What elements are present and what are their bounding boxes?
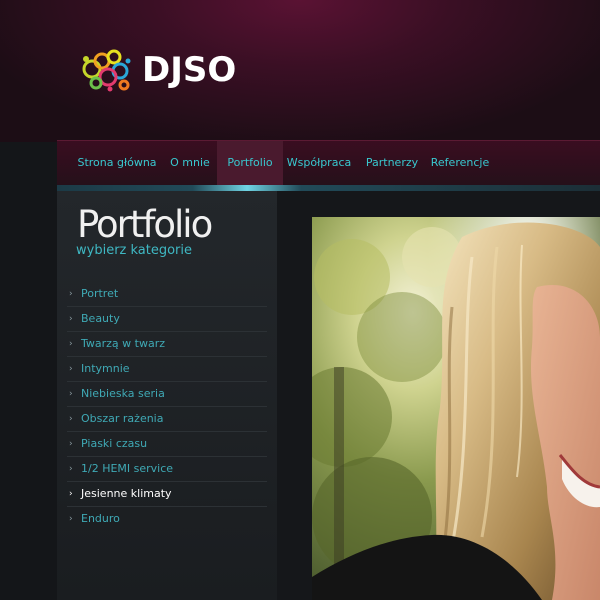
category-item-autumn-climates[interactable]: › Jesienne klimaty xyxy=(67,482,267,507)
category-item-portrait[interactable]: › Portret xyxy=(67,282,267,307)
category-label: Niebieska seria xyxy=(81,387,165,400)
chevron-right-icon: › xyxy=(69,439,73,449)
chevron-right-icon: › xyxy=(69,339,73,349)
category-label: Portret xyxy=(81,287,119,300)
category-item-enduro[interactable]: › Enduro xyxy=(67,507,267,531)
category-label: Jesienne klimaty xyxy=(81,487,172,500)
category-label: 1/2 HEMI service xyxy=(81,462,174,475)
page-title: Portfolio xyxy=(77,203,213,246)
chevron-right-icon: › xyxy=(69,364,73,374)
category-label: Intymnie xyxy=(81,362,130,375)
main-nav: Strona główna O mnie Portfolio Współprac… xyxy=(57,140,600,186)
category-item-intimate[interactable]: › Intymnie xyxy=(67,357,267,382)
logo[interactable]: DJSO xyxy=(80,46,236,94)
category-label: Twarzą w twarz xyxy=(81,337,166,350)
category-item-sands-of-time[interactable]: › Piaski czasu xyxy=(67,432,267,457)
category-item-beauty[interactable]: › Beauty xyxy=(67,307,267,332)
chevron-right-icon: › xyxy=(69,489,73,499)
nav-item-home[interactable]: Strona główna xyxy=(71,141,163,185)
nav-item-about[interactable]: O mnie xyxy=(163,141,217,185)
portfolio-photo[interactable] xyxy=(312,217,600,600)
chevron-right-icon: › xyxy=(69,314,73,324)
brand-name: DJSO xyxy=(142,50,237,90)
category-list: › Portret › Beauty › Twarzą w twarz › Intymn… xyxy=(67,282,267,531)
chevron-right-icon: › xyxy=(69,414,73,424)
nav-item-partners[interactable]: Partnerzy xyxy=(355,141,429,185)
nav-item-references[interactable]: Referencje xyxy=(429,141,491,185)
chevron-right-icon: › xyxy=(69,389,73,399)
chevron-right-icon: › xyxy=(69,289,73,299)
category-item-hemi-service[interactable]: › 1/2 HEMI service xyxy=(67,457,267,482)
category-label: Enduro xyxy=(81,512,120,525)
chevron-right-icon: › xyxy=(69,464,73,474)
category-label: Obszar rażenia xyxy=(81,412,164,425)
chevron-right-icon: › xyxy=(69,514,73,524)
nav-item-portfolio[interactable]: Portfolio xyxy=(217,141,283,185)
site-header: DJSO xyxy=(0,0,600,142)
category-label: Piaski czasu xyxy=(81,437,148,450)
page-subtitle: wybierz kategorie xyxy=(76,243,193,258)
category-item-impact-zone[interactable]: › Obszar rażenia xyxy=(67,407,267,432)
category-label: Beauty xyxy=(81,312,120,325)
colorful-rings-logo-icon xyxy=(80,47,132,93)
sidebar: Portfolio wybierz kategorie › Portret › Be… xyxy=(57,191,277,600)
nav-item-cooperation[interactable]: Współpraca xyxy=(283,141,355,185)
category-item-blue-series[interactable]: › Niebieska seria xyxy=(67,382,267,407)
category-item-face-to-face[interactable]: › Twarzą w twarz xyxy=(67,332,267,357)
